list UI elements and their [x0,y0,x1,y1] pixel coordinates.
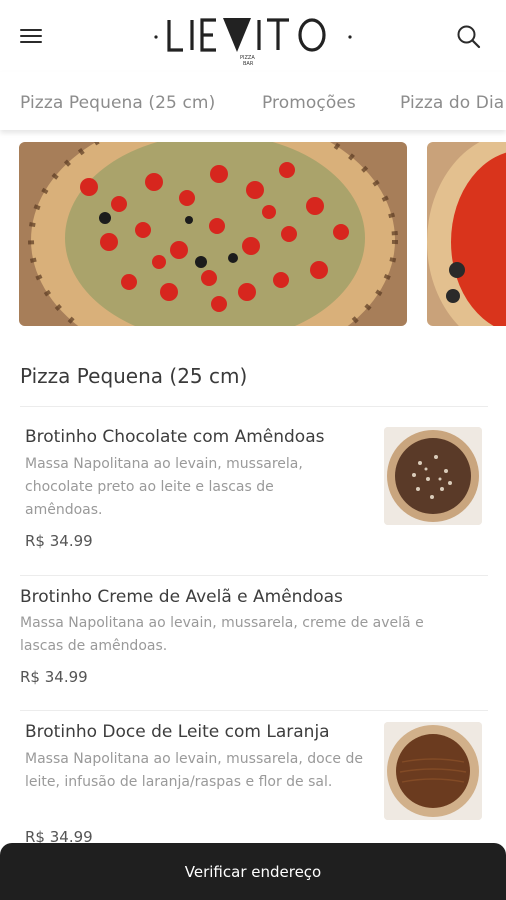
lievito-logo: PIZZA BAR [154,18,352,67]
item-image [384,427,482,525]
menu-item[interactable]: Brotinho Creme de Avelã e Amêndoas Massa… [0,576,506,710]
verify-address-label: Verificar endereço [184,862,322,881]
item-name: Brotinho Chocolate com Amêndoas [25,427,325,447]
pizza-photo [19,142,407,326]
menu-item[interactable]: Brotinho Doce de Leite com Laranja Massa… [0,711,506,851]
item-description: Massa Napolitana ao levain, mussarela, c… [25,456,303,518]
logo-subtext-bar: BAR [243,61,254,67]
verify-address-button[interactable]: Verificar endereço [0,843,506,900]
menu-item[interactable]: Brotinho Chocolate com Amêndoas Massa Na… [0,407,506,575]
hamburger-menu-icon[interactable] [20,22,50,50]
app-header: PIZZA BAR [0,0,506,72]
item-price: R$ 34.99 [20,668,88,686]
banner-carousel [0,140,506,330]
tab-pizza-do-dia[interactable]: Pizza do Dia [400,93,504,113]
tab-pizza-pequena[interactable]: Pizza Pequena (25 cm) [20,93,215,113]
item-description: Massa Napolitana ao levain, mussarela, d… [25,751,363,790]
category-tabs: Pizza Pequena (25 cm) Promoções Pizza do… [0,72,506,130]
banner-pizza-tomatoes[interactable] [19,142,407,326]
item-price: R$ 34.99 [25,532,93,550]
search-icon[interactable] [452,20,486,54]
item-image [384,722,482,820]
pizza-photo-2 [427,142,506,326]
tab-promocoes[interactable]: Promoções [262,93,356,113]
item-name: Brotinho Doce de Leite com Laranja [25,722,330,742]
item-description: Massa Napolitana ao levain, mussarela, c… [20,615,424,654]
item-name: Brotinho Creme de Avelã e Amêndoas [20,587,343,607]
banner-pizza-tomato-sauce[interactable] [427,142,506,326]
section-title: Pizza Pequena (25 cm) [20,364,248,388]
